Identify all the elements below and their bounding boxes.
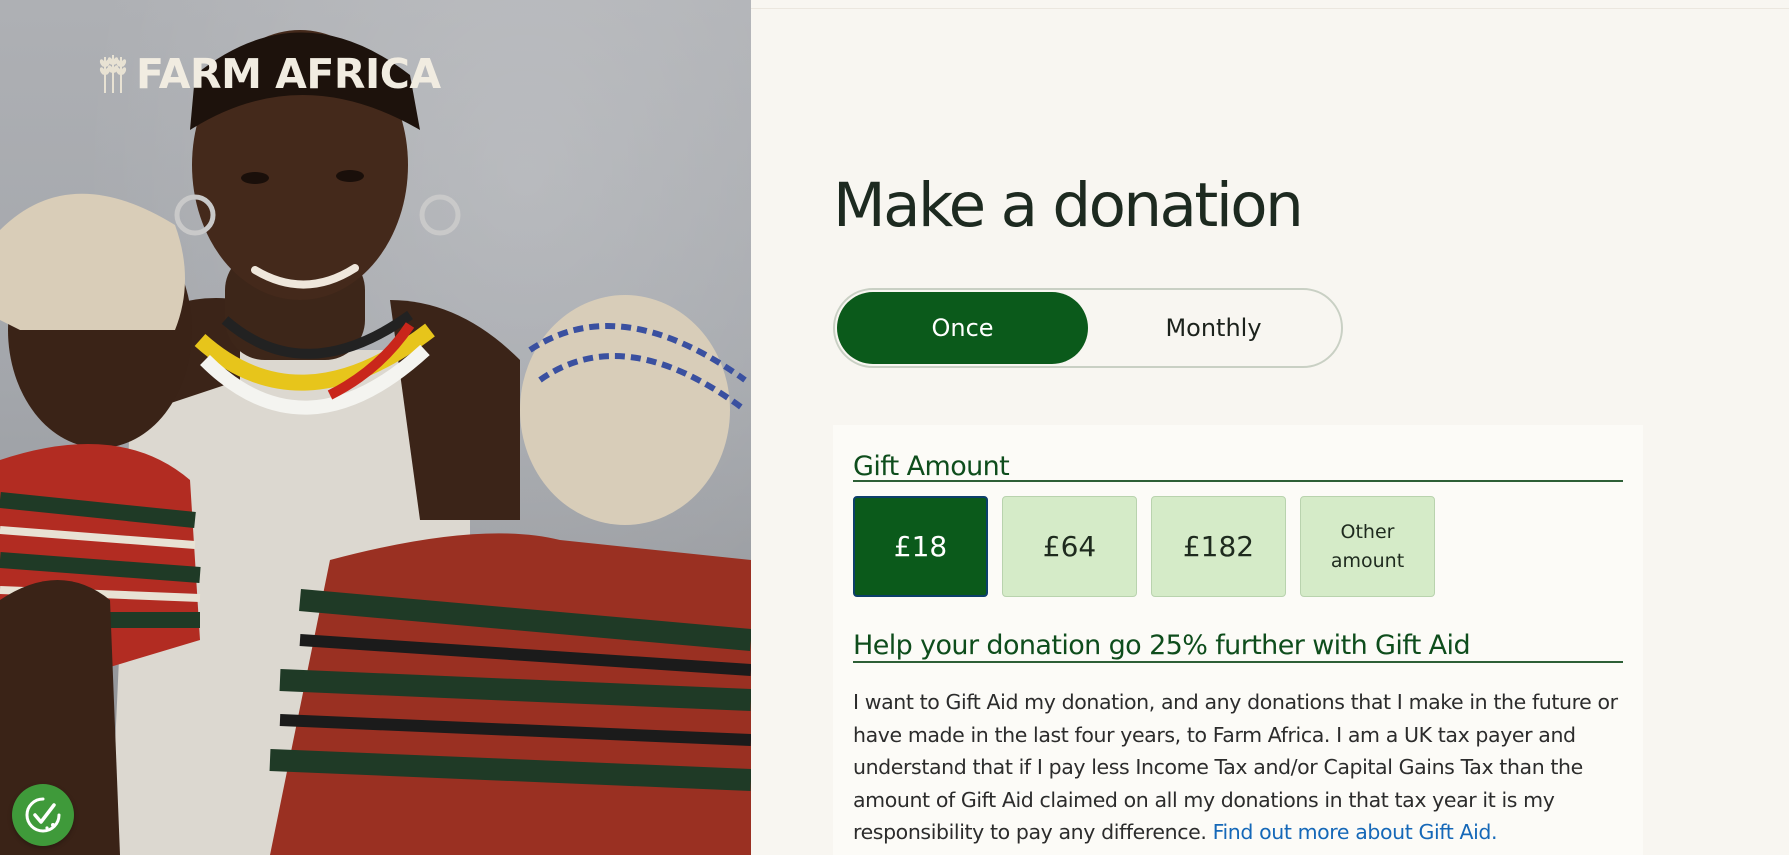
farm-africa-logo[interactable]: FARM AFRICA	[98, 52, 441, 96]
amount-option-other[interactable]: Other amount	[1300, 496, 1435, 597]
donation-frequency-toggle: Once Monthly	[833, 288, 1343, 368]
hero-photo-illustration	[0, 30, 751, 855]
cookie-consent-check-icon	[25, 797, 61, 833]
gift-aid-heading: Help your donation go 25% further with G…	[853, 630, 1471, 661]
gift-aid-info-link[interactable]: Find out more about Gift Aid.	[1213, 820, 1498, 844]
frequency-once-button[interactable]: Once	[837, 292, 1088, 364]
gift-amount-divider	[853, 480, 1623, 482]
cookie-consent-button[interactable]	[12, 784, 74, 846]
wheat-logo-icon	[99, 55, 127, 93]
top-divider	[751, 8, 1789, 9]
logo-wordmark: FARM AFRICA	[136, 50, 441, 98]
amount-option-182[interactable]: £182	[1151, 496, 1286, 597]
hero-photo	[0, 0, 751, 855]
gift-aid-divider	[853, 661, 1623, 663]
frequency-monthly-button[interactable]: Monthly	[1088, 292, 1339, 364]
amount-option-18[interactable]: £18	[853, 496, 988, 597]
gift-aid-declaration: I want to Gift Aid my donation, and any …	[853, 686, 1648, 849]
donation-form-panel: Make a donation Once Monthly Gift Amount…	[751, 0, 1789, 855]
hero-photo-panel: FARM AFRICA	[0, 0, 751, 855]
gift-amount-options: £18 £64 £182 Other amount	[853, 496, 1435, 597]
donation-form-card: Gift Amount £18 £64 £182 Other amount He…	[833, 425, 1643, 855]
amount-option-64[interactable]: £64	[1002, 496, 1137, 597]
page-title: Make a donation	[833, 170, 1304, 241]
